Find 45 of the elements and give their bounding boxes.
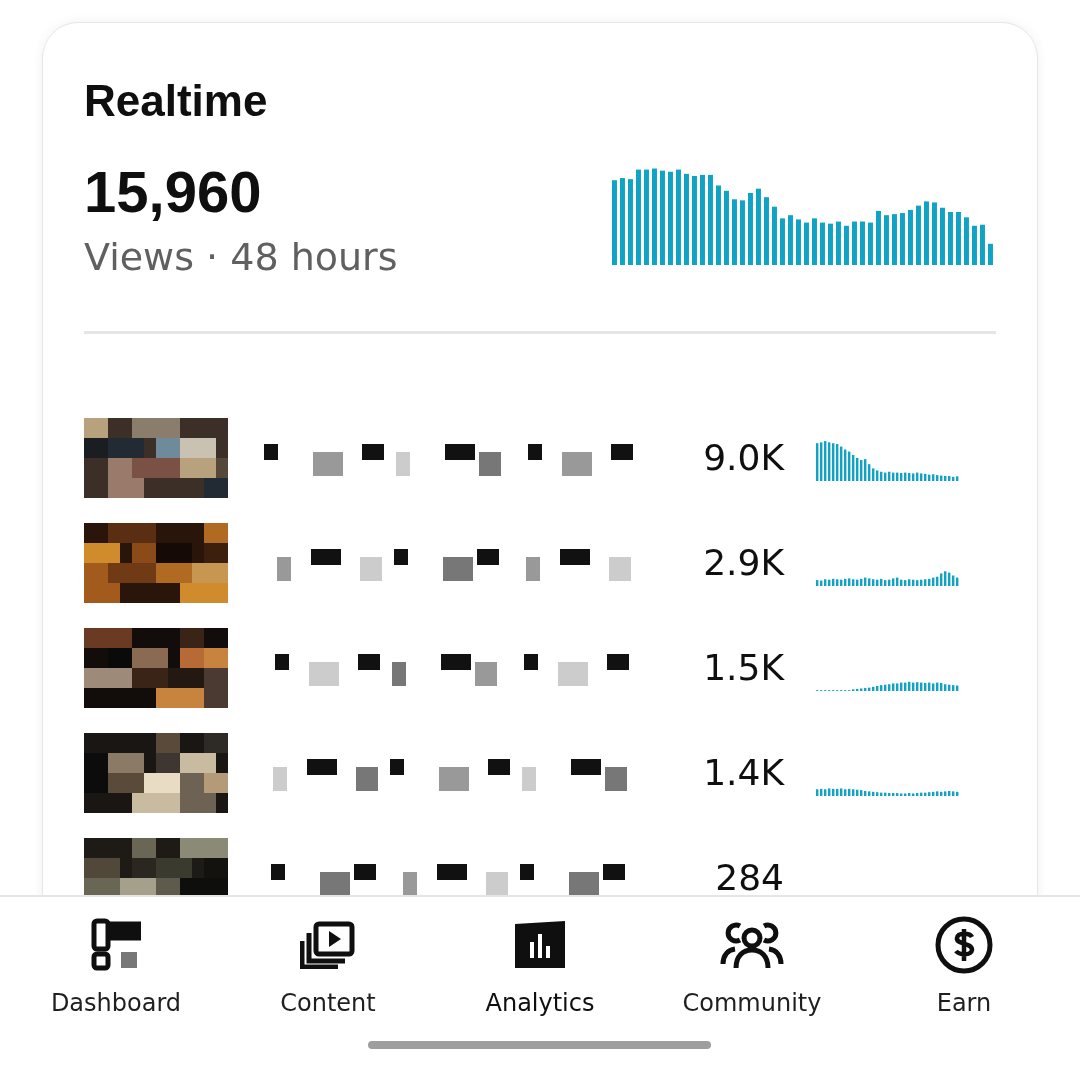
chart-bar xyxy=(836,221,841,265)
chart-bar xyxy=(988,243,993,265)
chart-bar xyxy=(892,214,897,265)
views-caption: Views · 48 hours xyxy=(84,234,398,281)
chart-bar xyxy=(820,222,825,265)
chart-bar xyxy=(948,212,953,265)
chart-bar xyxy=(788,215,793,265)
card-title: Realtime xyxy=(84,75,269,127)
chart-bar xyxy=(740,200,745,265)
chart-bar xyxy=(796,219,801,265)
chart-bar xyxy=(932,202,937,265)
chart-bar xyxy=(764,197,769,265)
dollar-icon xyxy=(934,915,994,975)
chart-bar xyxy=(916,205,921,265)
view-count: 2.9K xyxy=(702,541,784,585)
view-count: 9.0K xyxy=(702,436,784,480)
chart-bar xyxy=(876,210,881,265)
chart-bar xyxy=(852,221,857,265)
chart-bar xyxy=(924,201,929,265)
chart-bar xyxy=(956,212,961,265)
chart-bar xyxy=(908,209,913,265)
nav-tab[interactable]: Community xyxy=(652,915,852,1021)
view-count: 1.4K xyxy=(702,751,784,795)
chart-bar xyxy=(900,213,905,265)
chart-bar xyxy=(732,199,737,265)
chart-bar xyxy=(812,218,817,265)
chart-bar xyxy=(780,218,785,265)
chart-bar xyxy=(860,221,865,265)
chart-bar xyxy=(980,224,985,265)
chart-bar xyxy=(884,215,889,265)
chart-bar xyxy=(804,222,809,265)
views-total: 15,960 xyxy=(84,158,263,226)
chart-bar xyxy=(940,207,945,265)
chart-bar xyxy=(828,223,833,265)
nav-tab[interactable]: Dashboard xyxy=(16,915,216,1021)
nav-tab[interactable]: Earn xyxy=(864,915,1064,1021)
nav-tab[interactable]: Content xyxy=(228,915,428,1021)
view-count: 1.5K xyxy=(702,646,784,690)
chart-bar xyxy=(844,225,849,265)
chart-bar xyxy=(772,206,777,265)
chart-bar xyxy=(972,225,977,265)
view-count: 284 xyxy=(714,856,784,895)
chart-bar xyxy=(868,222,873,265)
nav-tab[interactable]: Analytics xyxy=(440,915,640,1021)
chart-bar xyxy=(964,217,969,265)
